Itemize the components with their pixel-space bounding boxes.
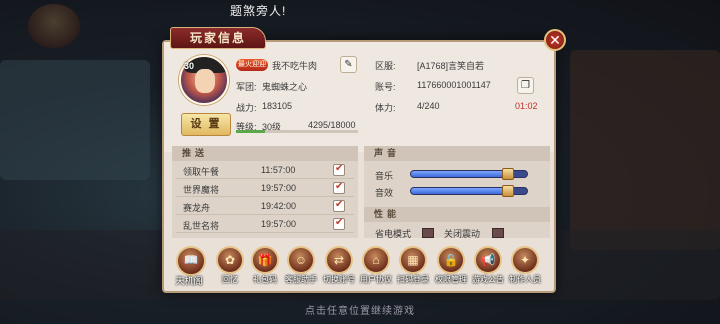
- music-slider-fill: [411, 171, 507, 177]
- account-label: 账号:: [375, 82, 396, 92]
- rabbit-icon: ✦: [511, 246, 539, 274]
- player-name: 我不吃牛肉: [272, 61, 318, 71]
- avatar-face: [195, 69, 215, 93]
- toolbar-button-2[interactable]: 🎁 礼包码: [249, 246, 281, 286]
- edit-name-button[interactable]: ✎: [340, 56, 357, 73]
- support-icon: ☺: [287, 246, 315, 274]
- megaphone-icon: 📢: [474, 246, 502, 274]
- power-value: 183105: [262, 101, 293, 111]
- sfx-slider-handle[interactable]: [501, 185, 514, 197]
- toolbar-button-label: 天机阁: [175, 276, 203, 286]
- push-item-time: 11:57:00: [261, 165, 296, 175]
- leaf-icon: ✿: [216, 246, 244, 274]
- music-slider[interactable]: [410, 168, 528, 180]
- copy-account-button[interactable]: ❐: [517, 77, 534, 94]
- stamina-value: 4/240: [417, 101, 440, 111]
- push-row-divider: [176, 214, 354, 215]
- sound-header: 声音: [364, 146, 550, 161]
- toolbar-button-0[interactable]: 📖 天机阁: [173, 246, 206, 286]
- marquee-text: 题煞旁人!: [230, 4, 287, 18]
- book-icon: 📖: [176, 246, 206, 276]
- panel-title: 玩家信息: [170, 27, 266, 49]
- gift-icon: 🎁: [251, 246, 279, 274]
- toolbar-button-6[interactable]: ▦ 扫码登录: [397, 246, 429, 286]
- toolbar-button-8[interactable]: 📢 游戏公告: [472, 246, 504, 286]
- vibration-checkbox[interactable]: [492, 228, 504, 238]
- toolbar-button-4[interactable]: ⇄ 切换账号: [323, 246, 355, 286]
- home-icon: ⌂: [362, 246, 390, 274]
- push-item-label: 乱世名将: [183, 221, 220, 231]
- lock-icon: 🔒: [437, 246, 465, 274]
- account-value: 117660001001147: [417, 80, 491, 90]
- toolbar-button-label: 制作人员: [509, 275, 541, 284]
- sfx-slider[interactable]: [410, 185, 528, 197]
- performance-header: 性能: [364, 207, 550, 222]
- vibration-label: 关闭震动: [444, 229, 481, 239]
- stamina-timer: 01:02: [515, 101, 538, 111]
- toolbar-button-3[interactable]: ☺ 客服助手: [285, 246, 317, 286]
- toolbar-button-7[interactable]: 🔒 权限管理: [435, 246, 467, 286]
- push-item-checkbox[interactable]: [333, 163, 345, 176]
- push-row-divider: [176, 178, 354, 179]
- stamina-label: 体力:: [375, 103, 396, 113]
- toolbar-button-9[interactable]: ✦ 制作人员: [509, 246, 541, 286]
- continue-hint[interactable]: 点击任意位置继续游戏: [0, 302, 720, 317]
- title-badge: 最火迎迎: [236, 59, 268, 71]
- push-header: 推送: [172, 146, 358, 161]
- push-item-label: 赛龙舟: [183, 203, 211, 213]
- avatar-level: 30: [184, 61, 195, 71]
- guild-label: 军团:: [236, 82, 257, 92]
- push-item-time: 19:57:00: [261, 219, 297, 229]
- sfx-label: 音效: [375, 188, 394, 198]
- sfx-slider-fill: [411, 188, 507, 194]
- push-row-divider: [176, 232, 354, 233]
- power-save-checkbox[interactable]: [422, 228, 434, 238]
- push-row-divider: [176, 196, 354, 197]
- xp-bar: [236, 130, 358, 133]
- power-save-label: 省电模式: [375, 229, 412, 239]
- push-item-label: 世界魔将: [183, 185, 220, 195]
- server-value: [A1768]言笑自若: [417, 61, 485, 71]
- push-item-label: 领取午餐: [183, 167, 220, 177]
- push-item-time: 19:57:00: [261, 183, 297, 193]
- push-item-checkbox[interactable]: [333, 199, 345, 212]
- close-icon[interactable]: ✕: [544, 29, 566, 51]
- push-item-time: 19:42:00: [261, 201, 297, 211]
- server-label: 区服:: [375, 61, 396, 71]
- toolbar-button-5[interactable]: ⌂ 用户协议: [360, 246, 392, 286]
- xp-text: 4295/18000: [308, 120, 356, 130]
- music-label: 音乐: [375, 171, 394, 181]
- game-screen[interactable]: 题煞旁人! 点击任意位置继续游戏 玩家信息 ✕ 30 最火迎迎 我不吃牛肉 ✎ …: [0, 0, 720, 324]
- settings-button[interactable]: 设 置: [181, 113, 231, 136]
- xp-bar-fill: [236, 130, 266, 133]
- push-item-checkbox[interactable]: [333, 217, 345, 230]
- music-slider-handle[interactable]: [501, 168, 514, 180]
- switch-icon: ⇄: [325, 246, 353, 274]
- guild-value: 鬼蜘蛛之心: [262, 82, 308, 92]
- push-item-checkbox[interactable]: [333, 181, 345, 194]
- scan-icon: ▦: [399, 246, 427, 274]
- power-label: 战力:: [236, 103, 257, 113]
- toolbar-button-1[interactable]: ✿ 回忆: [214, 246, 246, 286]
